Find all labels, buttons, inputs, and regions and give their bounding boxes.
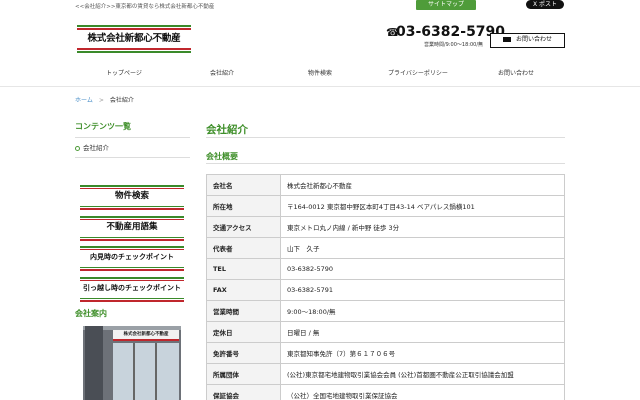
section-divider — [206, 163, 565, 164]
mail-icon — [502, 37, 511, 42]
office-photo: 株式会社新都心不動産 — [83, 326, 181, 400]
phone-text: 03-6382-5790 — [396, 24, 506, 40]
table-row: TEL 03-6382-5790 — [206, 258, 565, 280]
table-row: FAX 03-6382-5791 — [206, 279, 565, 301]
contact-label: お問い合わせ — [515, 36, 552, 43]
banner-viewing-checkpoints[interactable]: 内見時のチェックポイント — [80, 246, 184, 271]
row-value: 03-6382-5791 — [280, 279, 565, 301]
row-value: 〒164-0012 東京都中野区本町4丁目43-14 ベアパレス鍋横101 — [280, 195, 565, 217]
sidebar-heading-company-guide: 会社案内 — [75, 309, 107, 318]
row-value: （公社）全国宅地建物取引業保証協会 — [280, 384, 565, 400]
banner-property-search[interactable]: 物件検索 — [80, 185, 184, 210]
photo-pillar — [85, 326, 103, 400]
table-row: 所在地 〒164-0012 東京都中野区本町4丁目43-14 ベアパレス鍋横101 — [206, 195, 565, 217]
header-tagline: <<会社紹介>>東京都の賃貸なら株式会社新都心不動産 — [75, 4, 215, 10]
row-key: 会社名 — [206, 174, 281, 196]
logo-stripe-top — [77, 25, 191, 27]
row-value: 東京都知事免許（7）第６１７０６号 — [280, 342, 565, 364]
row-value: 山下 久子 — [280, 237, 565, 259]
table-row: 免許番号 東京都知事免許（7）第６１７０６号 — [206, 342, 565, 364]
sidebar-item-label: 会社紹介 — [83, 144, 109, 152]
row-key: 交通アクセス — [206, 216, 281, 238]
photo-window — [113, 343, 179, 400]
banner-label: 物件検索 — [114, 191, 149, 201]
x-post-button[interactable]: X ポスト — [526, 0, 564, 9]
row-key: TEL — [206, 258, 281, 280]
table-row: 営業時間 9:00〜18:00/無 — [206, 300, 565, 322]
section-title: 会社概要 — [206, 152, 238, 161]
page-title: 会社紹介 — [206, 124, 248, 136]
nav-divider — [0, 86, 640, 87]
nav-search[interactable]: 物件検索 — [271, 66, 369, 82]
row-value: 日曜日 / 無 — [280, 321, 565, 343]
banner-label: 引っ越し時のチェックポイント — [83, 284, 181, 292]
banner-label: 不動産用語集 — [106, 222, 158, 232]
table-row: 保証協会 （公社）全国宅地建物取引業保証協会 — [206, 384, 565, 400]
sidebar-divider — [75, 157, 190, 158]
row-key: 所属団体 — [206, 363, 281, 385]
row-key: 免許番号 — [206, 342, 281, 364]
row-key: 営業時間 — [206, 300, 281, 322]
title-divider — [206, 137, 565, 138]
circle-bullet-icon — [75, 145, 80, 151]
breadcrumb-separator: > — [98, 97, 104, 104]
table-row: 所属団体 (公社)東京都宅地建物取引業協会会員 (公社)首都圏不動産公正取引協議会… — [206, 363, 565, 385]
row-value: 株式会社新都心不動産 — [280, 174, 565, 196]
company-info-table: 会社名 株式会社新都心不動産 所在地 〒164-0012 東京都中野区本町4丁目43… — [206, 174, 565, 400]
banner-moving-checkpoints[interactable]: 引っ越し時のチェックポイント — [80, 277, 184, 302]
business-hours: 営業時間/9:00〜18:00/無 — [424, 42, 484, 48]
row-key: 所在地 — [206, 195, 281, 217]
banner-label: 内見時のチェックポイント — [90, 253, 174, 261]
site-logo[interactable]: 株式会社新都心不動産 — [77, 25, 191, 53]
logo-stripe-bottom2 — [77, 51, 191, 53]
breadcrumb: ホーム > 会社紹介 — [75, 95, 134, 104]
banner-glossary[interactable]: 不動産用語集 — [80, 216, 184, 241]
nav-top[interactable]: トップページ — [75, 66, 173, 82]
row-key: 代表者 — [206, 237, 281, 259]
logo-stripe-bottom — [77, 48, 191, 50]
photo-shop-sign: 株式会社新都心不動産 — [113, 330, 179, 339]
sidebar-item-company[interactable]: 会社紹介 — [75, 142, 109, 152]
row-value: (公社)東京都宅地建物取引業協会会員 (公社)首都圏不動産公正取引協議会加盟 — [280, 363, 565, 385]
nav-contact[interactable]: お問い合わせ — [467, 66, 565, 82]
table-row: 交通アクセス 東京メトロ丸ノ内線 / 新中野 徒歩 3分 — [206, 216, 565, 238]
row-value: 東京メトロ丸ノ内線 / 新中野 徒歩 3分 — [280, 216, 565, 238]
nav-privacy[interactable]: プライバシーポリシー — [369, 66, 467, 82]
row-key: FAX — [206, 279, 281, 301]
table-row: 会社名 株式会社新都心不動産 — [206, 174, 565, 196]
photo-sign-stripe — [113, 339, 179, 341]
row-key: 定休日 — [206, 321, 281, 343]
row-key: 保証協会 — [206, 384, 281, 400]
logo-text: 株式会社新都心不動産 — [87, 33, 181, 44]
table-row: 定休日 日曜日 / 無 — [206, 321, 565, 343]
nav-company[interactable]: 会社紹介 — [173, 66, 271, 82]
phone-number[interactable]: ☎03-6382-5790 — [386, 24, 505, 40]
global-nav: トップページ 会社紹介 物件検索 プライバシーポリシー お問い合わせ — [75, 66, 565, 82]
contact-button[interactable]: お問い合わせ — [490, 33, 565, 48]
phone-icon: ☎ — [386, 26, 400, 39]
breadcrumb-current: 会社紹介 — [109, 97, 134, 104]
table-row: 代表者 山下 久子 — [206, 237, 565, 259]
row-value: 03-6382-5790 — [280, 258, 565, 280]
sitemap-button[interactable]: サイトマップ — [416, 0, 476, 10]
row-value: 9:00〜18:00/無 — [280, 300, 565, 322]
breadcrumb-home[interactable]: ホーム — [75, 97, 93, 104]
sidebar-heading: コンテンツ一覧 — [75, 121, 190, 138]
